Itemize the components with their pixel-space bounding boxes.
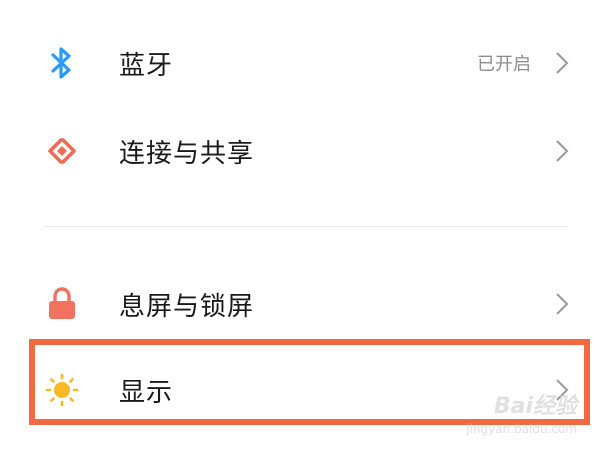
connection-share-icon — [44, 133, 80, 169]
bluetooth-icon — [44, 45, 80, 81]
watermark-url: jingyan.baidu.com — [466, 422, 577, 436]
settings-item-lock-screen[interactable]: 息屏与锁屏 — [0, 264, 609, 344]
chevron-right-icon — [556, 140, 569, 162]
settings-screen: 蓝牙 已开启 连接与共享 息屏与锁屏 显示 Bai经验 jingyan.baid… — [0, 0, 609, 452]
watermark: Bai经验 jingyan.baidu.com — [461, 388, 577, 444]
bluetooth-status: 已开启 — [477, 54, 531, 75]
chevron-right-icon — [556, 52, 569, 74]
settings-item-label: 息屏与锁屏 — [119, 291, 255, 322]
settings-item-label: 连接与共享 — [119, 138, 255, 169]
lock-icon — [44, 286, 80, 322]
settings-item-bluetooth[interactable]: 蓝牙 已开启 — [0, 23, 609, 103]
watermark-brand: Bai经验 — [493, 394, 577, 419]
settings-item-connection-share[interactable]: 连接与共享 — [0, 111, 609, 191]
settings-item-label: 蓝牙 — [119, 50, 174, 81]
chevron-right-icon — [556, 293, 569, 315]
section-divider — [44, 226, 568, 227]
